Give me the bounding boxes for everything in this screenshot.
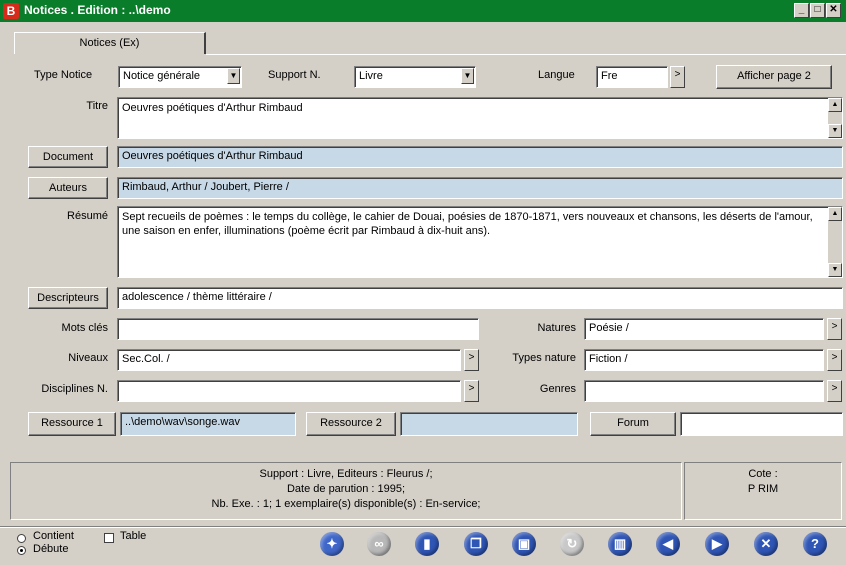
langue-lookup-button[interactable]: > [670,66,685,88]
scroll-up-icon[interactable]: ▲ [828,98,842,112]
window-title: Notices . Edition : ..\demo [24,3,171,17]
auteurs-field[interactable]: Rimbaud, Arthur / Joubert, Pierre / [117,177,843,199]
forum-button[interactable]: Forum [590,412,676,436]
radio-debute-label: Débute [33,543,69,555]
disciplines-lookup-button[interactable]: > [464,380,479,402]
titre-scrollbar[interactable]: ▲ ▼ [828,98,842,138]
types-nature-lookup-button[interactable]: > [827,349,842,371]
disciplines-field[interactable] [117,380,461,402]
resume-field[interactable]: Sept recueils de poèmes : le temps du co… [117,206,843,278]
chevron-down-icon[interactable]: ▼ [227,68,240,84]
copy-icon[interactable]: ❐ [464,532,488,556]
support-label: Support N. [268,69,321,81]
radio-contient[interactable] [17,534,26,543]
close-icon[interactable]: ✕ [754,532,778,556]
ressource1-button[interactable]: Ressource 1 [28,412,116,436]
link-icon[interactable]: ∞ [367,532,391,556]
book-icon[interactable]: ▮ [415,532,439,556]
cote-panel: Cote : P RIM [684,462,842,520]
natures-field[interactable]: Poésie / [584,318,824,340]
genres-label: Genres [539,383,576,395]
types-nature-label: Types nature [512,352,576,364]
niveaux-field[interactable]: Sec.Col. / [117,349,461,371]
resume-scrollbar[interactable]: ▲ ▼ [828,207,842,277]
langue-field[interactable]: Fre [596,66,668,88]
descripteurs-button[interactable]: Descripteurs [28,287,108,309]
status-date-line: Date de parution : 1995; [286,483,406,495]
ressource1-field[interactable]: ..\demo\wav\songe.wav [120,412,296,436]
radio-contient-label: Contient [33,530,74,542]
scroll-up-icon[interactable]: ▲ [828,207,842,221]
status-support-line: Support : Livre, Editeurs : Fleurus /; [259,468,433,480]
scroll-down-icon[interactable]: ▼ [828,263,842,277]
ressource2-button[interactable]: Ressource 2 [306,412,396,436]
resume-label: Résumé [67,210,108,222]
ressource2-field[interactable] [400,412,578,436]
natures-label: Natures [537,322,576,334]
footer-divider [0,526,846,528]
status-exemplaires-line: Nb. Exe. : 1; 1 exemplaire(s) disponible… [211,498,481,510]
genres-lookup-button[interactable]: > [827,380,842,402]
cote-value: P RIM [747,483,779,495]
refresh-icon[interactable]: ↻ [560,532,584,556]
auteurs-button[interactable]: Auteurs [28,177,108,199]
titre-label: Titre [86,100,108,112]
app-icon: B [3,3,19,19]
document-field[interactable]: Oeuvres poétiques d'Arthur Rimbaud [117,146,843,168]
type-notice-label: Type Notice [34,69,93,81]
tab-divider [206,54,846,55]
delete-icon[interactable]: ▥ [608,532,632,556]
tab-notices[interactable]: Notices (Ex) [14,32,206,54]
previous-icon[interactable]: ◀ [656,532,680,556]
niveaux-lookup-button[interactable]: > [464,349,479,371]
mots-cles-label: Mots clés [61,322,108,334]
types-nature-field[interactable]: Fiction / [584,349,824,371]
save-icon[interactable]: ▣ [512,532,536,556]
niveaux-label: Niveaux [68,352,108,364]
genres-field[interactable] [584,380,824,402]
table-checkbox[interactable] [104,533,114,543]
langue-label: Langue [538,69,575,81]
afficher-page2-button[interactable]: Afficher page 2 [716,65,832,89]
close-window-icon[interactable]: ✕ [826,3,841,18]
status-panel: Support : Livre, Editeurs : Fleurus /; D… [10,462,682,520]
table-checkbox-label: Table [120,530,147,542]
support-value: Livre [359,70,383,82]
type-notice-select[interactable]: Notice générale ▼ [118,66,242,88]
scroll-down-icon[interactable]: ▼ [828,124,842,138]
help-icon[interactable]: ? [803,532,827,556]
disciplines-label: Disciplines N. [41,383,108,395]
descripteurs-field[interactable]: adolescence / thème littéraire / [117,287,843,309]
forum-field[interactable] [680,412,843,436]
minimize-icon[interactable]: _ [794,3,809,18]
natures-lookup-button[interactable]: > [827,318,842,340]
chevron-down-icon[interactable]: ▼ [461,68,474,84]
mots-cles-field[interactable] [117,318,479,340]
radio-debute[interactable] [17,546,26,555]
next-icon[interactable]: ▶ [705,532,729,556]
search-icon[interactable]: ✦ [320,532,344,556]
type-notice-value: Notice générale [123,70,201,82]
titre-field[interactable]: Oeuvres poétiques d'Arthur Rimbaud [117,97,843,139]
maximize-icon[interactable]: □ [810,3,825,18]
support-select[interactable]: Livre ▼ [354,66,476,88]
cote-label: Cote : [748,468,778,480]
document-button[interactable]: Document [28,146,108,168]
